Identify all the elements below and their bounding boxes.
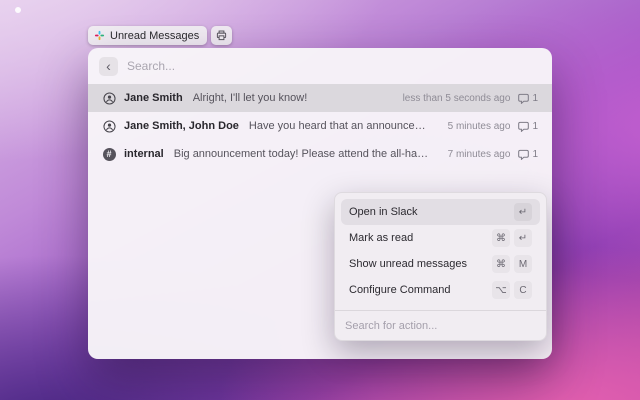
enter-keycap: ↵ [514,229,532,247]
command-pill-label: Unread Messages [110,30,199,42]
speech-bubble-icon [518,93,529,104]
message-time: 7 minutes ago [448,149,511,160]
speech-bubble-icon [518,149,529,160]
action-menu-items: Open in Slack ↵ Mark as read ⌘ ↵ Show un… [335,193,546,310]
breadcrumb: Unread Messages [88,26,232,45]
unread-count-value: 1 [532,93,538,104]
message-row-selected[interactable]: Jane Smith Alright, I'll let you know! l… [88,84,552,112]
enter-keycap: ↵ [514,203,532,221]
action-configure-command[interactable]: Configure Command ⌥ C [341,277,540,303]
printer-icon [216,30,227,41]
message-list: Jane Smith Alright, I'll let you know! l… [88,84,552,168]
message-row[interactable]: # internal Big announcement today! Pleas… [88,140,552,168]
shortcut-keys: ⌘ M [492,255,532,273]
action-label: Configure Command [349,284,451,296]
back-button[interactable]: ‹ [99,57,118,76]
person-icon [102,119,116,133]
unread-count: 1 [518,121,538,132]
unread-count: 1 [518,93,538,104]
action-label: Show unread messages [349,258,467,270]
unread-count-value: 1 [532,149,538,160]
unread-count-value: 1 [532,121,538,132]
action-search-bar [335,310,546,340]
message-sender: Jane Smith, John Doe [124,120,239,132]
person-icon [102,91,116,105]
command-keycap: ⌘ [492,229,510,247]
wallpaper-highlight-dot [15,7,21,13]
message-preview: Alright, I'll let you know! [193,92,308,104]
message-sender: internal [124,148,164,160]
shortcut-keys: ⌥ C [492,281,532,299]
action-show-unread-messages[interactable]: Show unread messages ⌘ M [341,251,540,277]
message-preview: Have you heard that an announcement is c… [249,120,432,132]
command-keycap: ⌘ [492,255,510,273]
command-pill[interactable]: Unread Messages [88,26,207,45]
shortcut-keys: ↵ [514,203,532,221]
message-time: 5 minutes ago [448,121,511,132]
shortcut-keys: ⌘ ↵ [492,229,532,247]
action-open-in-slack[interactable]: Open in Slack ↵ [341,199,540,225]
launcher-window: ‹ Jane Smith Alright, I'll let you know!… [88,48,552,359]
window-header: ‹ [88,48,552,84]
action-label: Mark as read [349,232,413,244]
unread-count: 1 [518,149,538,160]
action-search-input[interactable] [345,320,536,332]
message-preview: Big announcement today! Please attend th… [174,148,432,160]
message-time: less than 5 seconds ago [403,93,511,104]
screen: Unread Messages ‹ [0,0,640,400]
search-input[interactable] [127,59,541,73]
command-accessory-button[interactable] [211,26,232,45]
m-keycap: M [514,255,532,273]
action-label: Open in Slack [349,206,417,218]
action-menu: Open in Slack ↵ Mark as read ⌘ ↵ Show un… [334,192,547,341]
speech-bubble-icon [518,121,529,132]
option-keycap: ⌥ [492,281,510,299]
message-row[interactable]: Jane Smith, John Doe Have you heard that… [88,112,552,140]
hash-icon: # [102,147,116,161]
action-mark-as-read[interactable]: Mark as read ⌘ ↵ [341,225,540,251]
slack-icon [94,30,105,41]
c-keycap: C [514,281,532,299]
message-sender: Jane Smith [124,92,183,104]
